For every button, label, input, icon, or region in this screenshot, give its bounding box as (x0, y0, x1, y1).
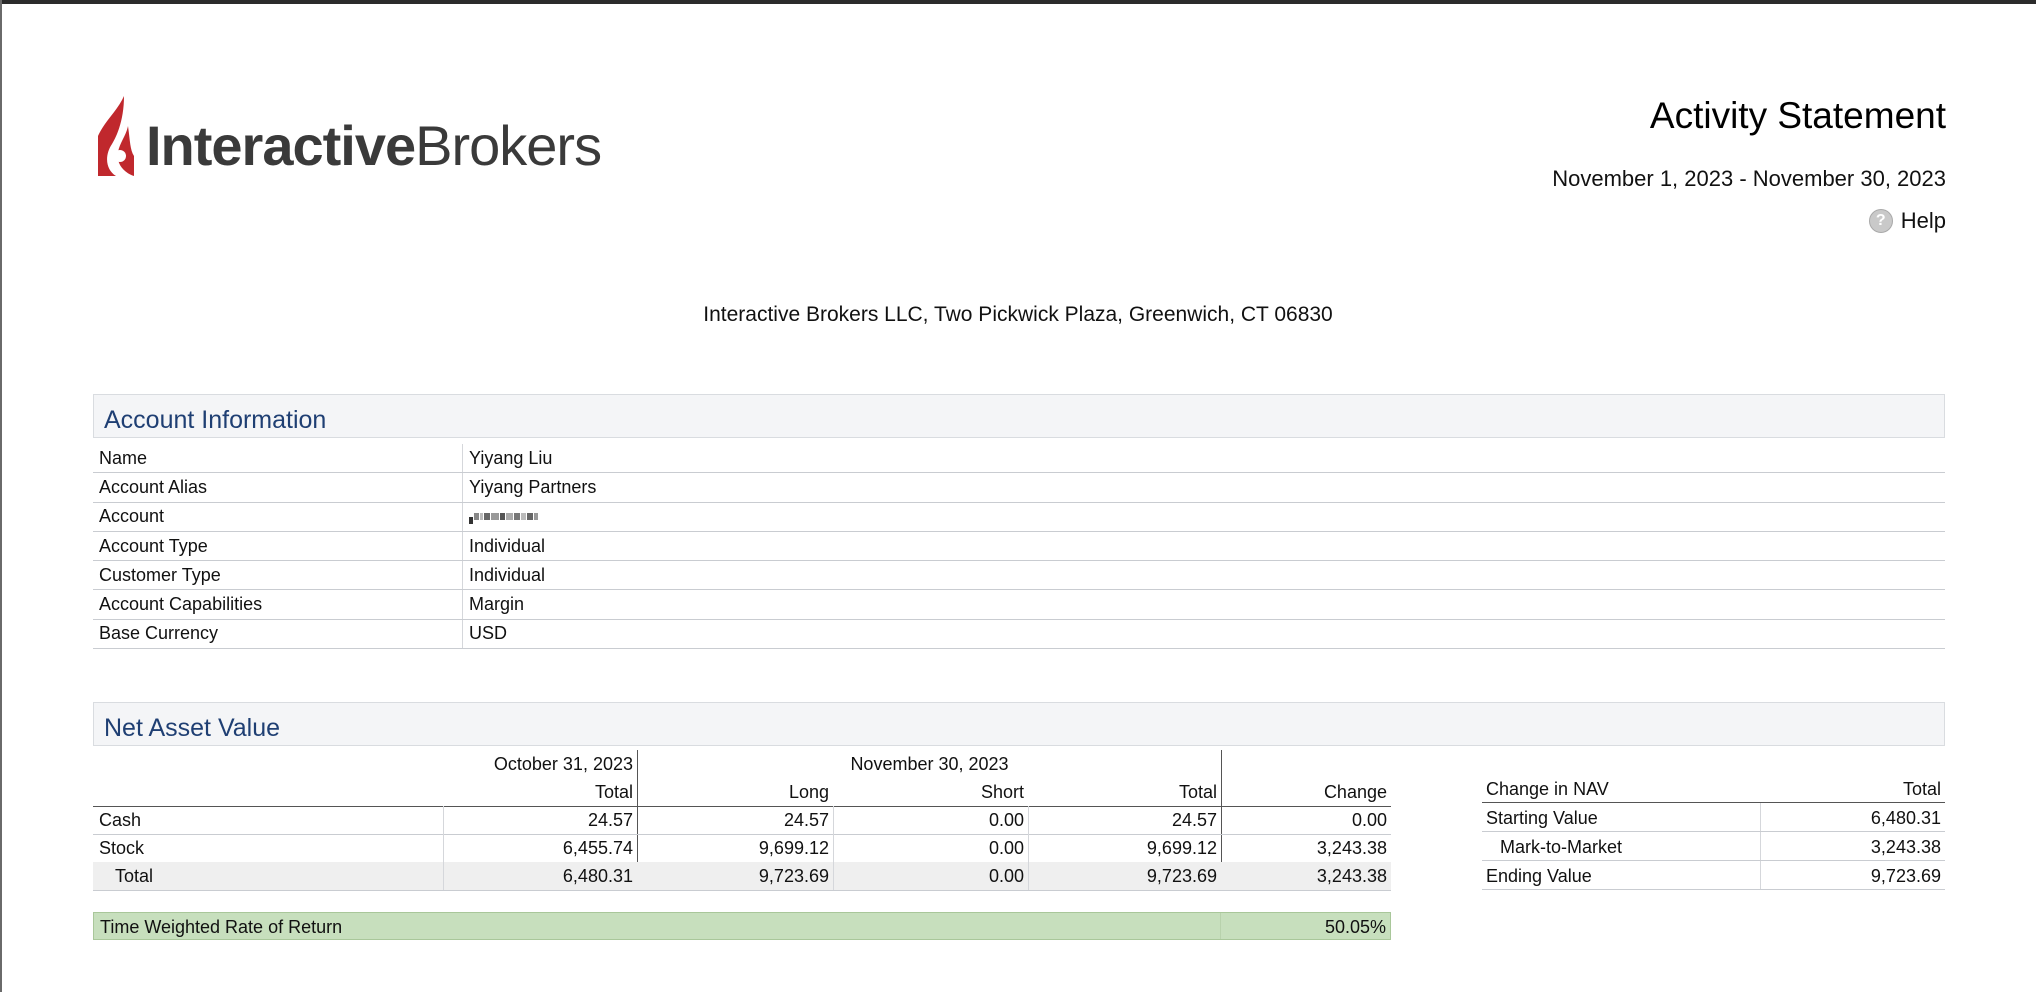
prior-total-cell: 24.57 (443, 806, 637, 834)
row-value: 9,723.69 (1870, 866, 1941, 886)
column-divider (1760, 803, 1761, 831)
account-information-header: Account Information (93, 394, 1945, 438)
change-in-nav-table: Change in NAV Total Starting Value 6,480… (1482, 774, 1945, 890)
column-divider (1220, 913, 1221, 939)
row-value: 6,480.31 (1870, 808, 1941, 828)
short-cell: 0.00 (833, 834, 1028, 862)
row-label: Base Currency (93, 619, 463, 649)
change-cell: 3,243.38 (1316, 865, 1387, 886)
short-cell: 0.00 (833, 862, 1028, 890)
logo-text-brokers: Brokers (415, 114, 602, 177)
twr-label: Time Weighted Rate of Return (100, 917, 343, 937)
total-cell: 24.57 (1028, 806, 1221, 834)
table-row: Account Alias Yiyang Partners (93, 473, 1945, 503)
change-cell: 3,243.38 (1316, 837, 1387, 858)
help-link[interactable]: ? Help (1868, 208, 1946, 234)
row-value: Yiyang Liu (469, 447, 553, 468)
col-long: Long (788, 781, 829, 802)
long-cell: 24.57 (783, 809, 829, 830)
row-label: Account Capabilities (93, 590, 463, 619)
twr-value: 50.05% (1324, 917, 1386, 937)
column-divider (1760, 832, 1761, 860)
help-label: Help (1900, 208, 1946, 233)
table-row: Account Type Individual (93, 531, 1945, 562)
row-label: Total (115, 865, 154, 886)
row-label: Account Alias (93, 473, 463, 502)
row-label: Customer Type (93, 561, 463, 590)
header-row-columns: Total Long Short Total Change (93, 778, 1391, 806)
row-value: USD (469, 623, 508, 644)
table-row: Starting Value 6,480.31 (1482, 803, 1945, 832)
logo-wordmark: InteractiveBrokers (146, 118, 602, 174)
net-asset-value-table: October 31, 2023 November 30, 2023 Total… (93, 750, 1391, 891)
statement-period: November 1, 2023 - November 30, 2023 (1552, 166, 1946, 191)
window-top-border (0, 0, 2036, 4)
prior-total-cell: 6,455.74 (443, 834, 637, 862)
net-asset-value-header: Net Asset Value (93, 702, 1945, 746)
row-value: 3,243.38 (1870, 837, 1941, 857)
question-circle-icon: ? (1868, 209, 1893, 233)
table-row-total: Total 6,480.31 9,723.69 0.00 9,723.69 3,… (93, 862, 1391, 890)
table-row: Ending Value 9,723.69 (1482, 861, 1945, 890)
row-value: Margin (469, 594, 525, 615)
col-total-current: Total (1178, 781, 1217, 802)
col-short: Short (980, 781, 1024, 802)
brand-logo: InteractiveBrokers (94, 96, 602, 178)
logo-text-interactive: Interactive (146, 114, 416, 177)
column-divider (1760, 861, 1761, 889)
broker-address: Interactive Brokers LLC, Two Pickwick Pl… (703, 303, 1333, 326)
col-change: Change (1323, 781, 1387, 802)
total-header: Total (1902, 779, 1941, 799)
header-row: Change in NAV Total (1482, 774, 1945, 803)
long-cell: 9,699.12 (758, 837, 829, 858)
table-row: Base Currency USD (93, 619, 1945, 650)
window-left-border (0, 0, 2, 992)
section-title: Account Information (104, 406, 327, 434)
row-value: Individual (469, 564, 546, 585)
long-cell: 9,723.69 (758, 865, 829, 886)
table-row: Stock 6,455.74 9,699.12 0.00 9,699.12 3,… (93, 834, 1391, 862)
table-row: Cash 24.57 24.57 0.00 24.57 0.00 (93, 806, 1391, 834)
row-divider (93, 890, 1391, 891)
row-label: Name (93, 444, 463, 473)
total-cell: 9,699.12 (1028, 834, 1221, 862)
table-row: Name Yiyang Liu (93, 444, 1945, 474)
change-cell: 0.00 (1351, 809, 1387, 830)
row-label: Account (93, 502, 463, 531)
short-cell: 0.00 (833, 806, 1028, 834)
header-row-dates: October 31, 2023 November 30, 2023 (93, 750, 1391, 778)
table-row: Account (93, 502, 1945, 532)
total-cell: 9,723.69 (1028, 862, 1221, 890)
row-value: Individual (469, 535, 546, 556)
row-label: Mark-to-Market (1500, 837, 1623, 857)
prior-total-cell: 6,480.31 (443, 862, 637, 890)
row-value: Yiyang Partners (469, 476, 597, 497)
row-label: Starting Value (1486, 808, 1598, 828)
change-in-nav-header: Change in NAV (1486, 779, 1609, 799)
table-row: Account Capabilities Margin (93, 590, 1945, 620)
account-number-redacted (463, 509, 539, 525)
account-information-table: Name Yiyang Liu Account Alias Yiyang Par… (93, 444, 1945, 650)
prior-date-header: October 31, 2023 (493, 753, 633, 774)
current-date-header: November 30, 2023 (850, 753, 1009, 774)
col-total-prior: Total (594, 781, 633, 802)
row-label: Account Type (93, 531, 463, 561)
time-weighted-return-row: Time Weighted Rate of Return 50.05% (93, 912, 1391, 940)
pixelated-redaction (469, 509, 539, 525)
row-label: Cash (99, 809, 142, 830)
section-title: Net Asset Value (104, 714, 281, 742)
logo-flame-icon (98, 96, 134, 176)
statement-title: Activity Statement (1649, 95, 1946, 136)
row-label: Ending Value (1486, 866, 1592, 886)
row-label: Stock (99, 837, 145, 858)
table-row: Customer Type Individual (93, 561, 1945, 591)
table-row: Mark-to-Market 3,243.38 (1482, 832, 1945, 861)
